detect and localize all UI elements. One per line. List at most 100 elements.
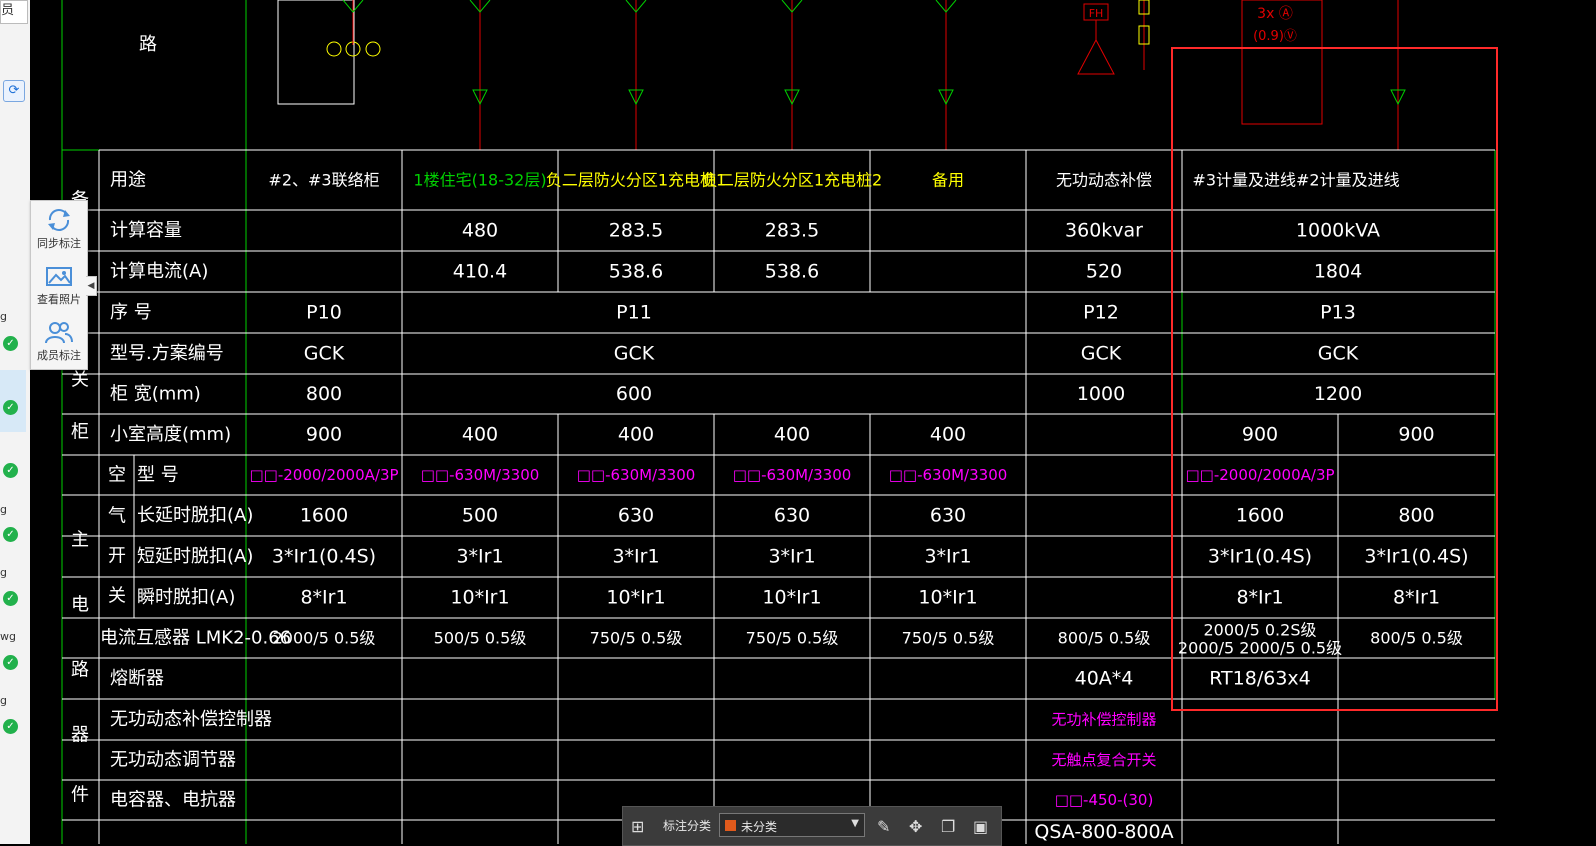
table-cell: GCK bbox=[1081, 343, 1122, 365]
table-cell: P11 bbox=[616, 302, 652, 324]
table-cell: 2000/5 0.5级 bbox=[273, 629, 376, 648]
table-cell: 480 bbox=[462, 220, 498, 242]
table-cell: QSA-800-800A bbox=[1034, 821, 1173, 843]
table-cell: 750/5 0.5级 bbox=[590, 629, 683, 648]
table-cell: 负二层防火分区1充电桩1 bbox=[546, 171, 726, 190]
table-cell: 8*Ir1 bbox=[300, 587, 347, 609]
sync-annotation-button[interactable]: 同步标注 bbox=[31, 201, 87, 257]
edit-icon[interactable]: ✎ bbox=[877, 817, 890, 836]
table-cell: 2000/5 0.2S级 bbox=[1204, 621, 1317, 640]
cad-drawing-canvas[interactable]: FH 3x Ⓐ (0.9)Ⓥ 路 备关柜主电路器件空气开关 用途计算容量计算电流… bbox=[30, 0, 1596, 844]
table-cell: 400 bbox=[774, 424, 810, 446]
side-label: 关 bbox=[71, 370, 89, 391]
ammeter-label: 3x Ⓐ bbox=[1257, 6, 1293, 22]
category-select[interactable]: 未分类 ▼ bbox=[719, 813, 865, 837]
grid-icon[interactable]: ⊞ bbox=[631, 817, 644, 836]
table-cell: 630 bbox=[618, 505, 654, 527]
file-item-label[interactable]: g bbox=[0, 566, 26, 579]
photo-label: 查看照片 bbox=[37, 293, 81, 306]
copy-icon[interactable]: ❐ bbox=[941, 817, 955, 836]
table-cell: 3*Ir1(0.4S) bbox=[1208, 546, 1312, 568]
member-annotation-button[interactable]: 成员标注 bbox=[31, 313, 87, 369]
drawing-svg: FH 3x Ⓐ (0.9)Ⓥ 路 备关柜主电路器件空气开关 用途计算容量计算电流… bbox=[61, 0, 1498, 844]
green-border-lines bbox=[61, 0, 1496, 844]
annotation-category-bar: ⊞ 标注分类 未分类 ▼ ✎ ✥ ❐ ▣ bbox=[622, 806, 1002, 846]
loop-label: 路 bbox=[139, 34, 157, 55]
table-cell: 无功动态补偿 bbox=[1056, 171, 1152, 190]
table-cell: 3*Ir1 bbox=[612, 546, 659, 568]
table-cell: 1200 bbox=[1314, 383, 1362, 405]
left-side-panel: 员 ⟳ g ✓ ✓ ✓ g ✓ g ✓ wg ✓ g ✓ bbox=[0, 0, 31, 844]
category-label: 标注分类 bbox=[663, 819, 712, 833]
table-cell: P12 bbox=[1083, 302, 1119, 324]
status-check-icon: ✓ bbox=[3, 463, 18, 478]
table-cell: 40A*4 bbox=[1075, 668, 1134, 690]
table-cell: □□-2000/2000A/3P bbox=[1185, 466, 1334, 484]
view-photo-button[interactable]: 查看照片 bbox=[31, 257, 87, 313]
file-item-label[interactable]: g bbox=[0, 503, 26, 516]
table-cell: □□-630M/3300 bbox=[577, 466, 696, 484]
table-cell: 400 bbox=[930, 424, 966, 446]
table-cell: 600 bbox=[616, 383, 652, 405]
status-check-icon: ✓ bbox=[3, 591, 18, 606]
file-item-label[interactable]: g bbox=[0, 694, 26, 707]
table-cell: 10*Ir1 bbox=[918, 587, 977, 609]
file-item-label[interactable]: wg bbox=[0, 630, 26, 643]
table-cell: P13 bbox=[1320, 302, 1356, 324]
collapse-arrow-icon[interactable]: ◀ bbox=[86, 276, 97, 296]
table-cell: 500/5 0.5级 bbox=[434, 629, 527, 648]
chevron-down-icon: ▼ bbox=[851, 818, 859, 829]
row-label: 长延时脱扣(A) bbox=[137, 505, 253, 526]
row-label: 瞬时脱扣(A) bbox=[137, 587, 235, 608]
refresh-icon[interactable]: ⟳ bbox=[3, 80, 25, 102]
side-label: 柜 bbox=[71, 422, 89, 443]
table-cell: 400 bbox=[462, 424, 498, 446]
sync-label: 同步标注 bbox=[37, 237, 81, 250]
status-check-icon: ✓ bbox=[3, 400, 18, 415]
table-cell: □□-450-(30) bbox=[1055, 791, 1154, 809]
table-cell: 283.5 bbox=[765, 220, 819, 242]
side-label: 器 bbox=[71, 725, 89, 746]
table-cell: 备用 bbox=[932, 171, 964, 190]
table-cell: 400 bbox=[618, 424, 654, 446]
table-cell: 无功补偿控制器 bbox=[1051, 711, 1156, 729]
table-cell: 800/5 0.5级 bbox=[1058, 629, 1151, 648]
row-label: 电流互感器 LMK2-0.66 bbox=[100, 628, 291, 649]
side-label: 主 bbox=[71, 530, 89, 551]
table-cell: 8*Ir1 bbox=[1236, 587, 1283, 609]
category-select-value: 未分类 bbox=[741, 820, 778, 834]
air-switch-label: 关 bbox=[108, 586, 126, 607]
table-cell: RT18/63x4 bbox=[1209, 668, 1311, 690]
table-cell: 3*Ir1(0.4S) bbox=[1364, 546, 1468, 568]
row-label: 型号.方案编号 bbox=[110, 343, 224, 364]
table-cell: 1000 bbox=[1077, 383, 1125, 405]
category-color-swatch bbox=[725, 820, 736, 831]
side-label: 路 bbox=[71, 660, 89, 681]
move-icon[interactable]: ✥ bbox=[909, 817, 922, 836]
table-cell: 1600 bbox=[1236, 505, 1284, 527]
table-cell: 1804 bbox=[1314, 261, 1362, 283]
table-cell: 800 bbox=[306, 383, 342, 405]
paste-icon[interactable]: ▣ bbox=[973, 817, 988, 836]
table-cell: □□-630M/3300 bbox=[733, 466, 852, 484]
annotation-toolbar: 同步标注 查看照片 成员标注 bbox=[30, 200, 88, 370]
member-tab[interactable]: 员 bbox=[0, 0, 28, 24]
table-cell: 283.5 bbox=[609, 220, 663, 242]
status-check-icon: ✓ bbox=[3, 719, 18, 734]
table-cell: 1600 bbox=[300, 505, 348, 527]
air-switch-label: 开 bbox=[108, 546, 126, 567]
status-check-icon: ✓ bbox=[3, 655, 18, 670]
row-label: 型 号 bbox=[137, 465, 179, 486]
table-cell: 8*Ir1 bbox=[1393, 587, 1440, 609]
file-item-label[interactable]: g bbox=[0, 310, 26, 323]
table-cell: GCK bbox=[304, 343, 345, 365]
status-check-icon: ✓ bbox=[3, 336, 18, 351]
table-cell: 1楼住宅(18-32层) bbox=[413, 171, 546, 190]
table-cell: 630 bbox=[774, 505, 810, 527]
table-cell: 360kvar bbox=[1065, 220, 1143, 242]
table-cell: 410.4 bbox=[453, 261, 507, 283]
member-label: 成员标注 bbox=[37, 349, 81, 362]
table-grid bbox=[62, 149, 1495, 844]
table-cell: 630 bbox=[930, 505, 966, 527]
table-cell: #2、#3联络柜 bbox=[268, 171, 379, 190]
